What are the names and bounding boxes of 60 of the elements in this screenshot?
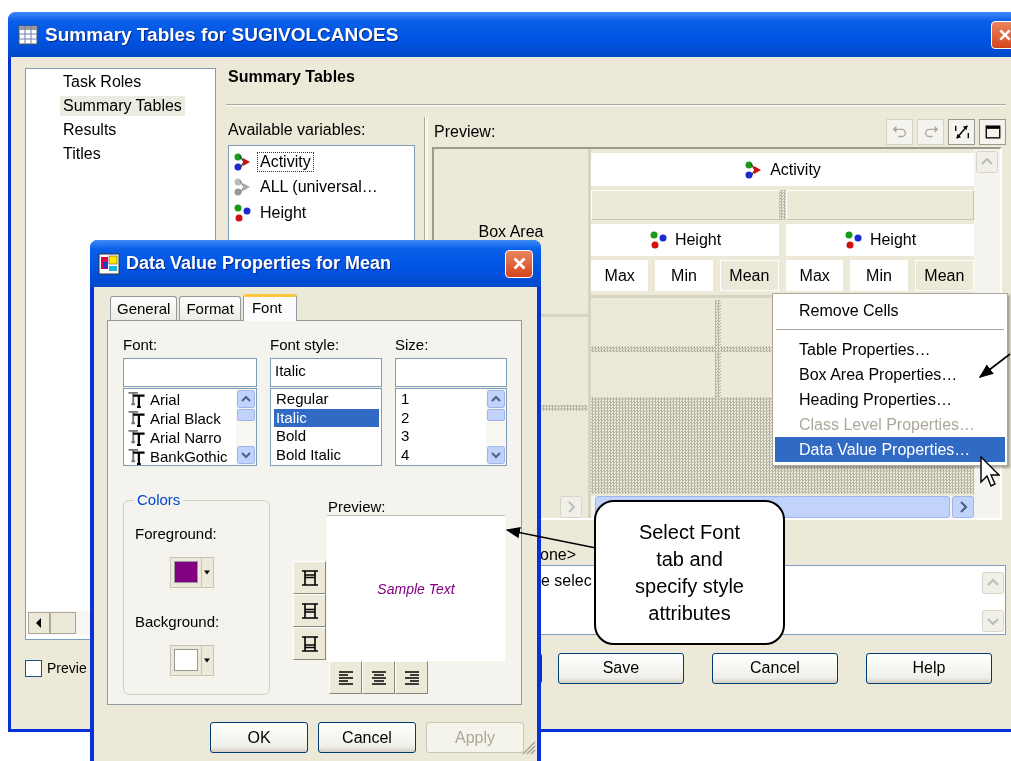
menu-item[interactable]: Table Properties…	[775, 337, 1005, 362]
statistic-heading[interactable]: Mean	[719, 260, 779, 291]
tab[interactable]: General	[110, 296, 178, 320]
font-style-label: Font style:	[270, 336, 341, 354]
callout-tooltip: Select Font tab and specify style attributes	[594, 500, 785, 645]
group-label: Colors	[134, 491, 184, 508]
font-style-item[interactable]: Bold	[274, 427, 379, 446]
menu-item[interactable]: Remove Cells	[775, 298, 1005, 323]
box-area-value: one>	[540, 546, 577, 564]
font-item[interactable]: Arial Black	[150, 410, 221, 427]
column-heading[interactable]: Height	[786, 224, 974, 256]
statistic-heading[interactable]: Min	[850, 260, 908, 291]
tab[interactable]: Format	[179, 296, 241, 320]
preview-label: Preview:	[327, 500, 387, 515]
statistic-heading[interactable]: Mean	[914, 260, 974, 291]
nav-item[interactable]: Results	[60, 120, 120, 140]
dialog-button[interactable]: OK	[210, 722, 308, 753]
description-text: e selec	[541, 572, 592, 591]
font-item[interactable]: Arial Narro	[150, 429, 222, 446]
statistic-heading[interactable]: Min	[655, 260, 713, 291]
font-style-item[interactable]: Italic	[274, 408, 379, 427]
section-title: Summary Tables	[227, 68, 356, 87]
font-label: Font:	[123, 336, 159, 354]
window-title: Summary Tables for SUGIVOLCANOES	[45, 23, 399, 46]
dialog-button[interactable]: Cancel	[711, 652, 838, 684]
font-style-field[interactable]: Italic	[270, 358, 382, 387]
dialog-button[interactable]: Save	[557, 652, 684, 684]
size-label: Size:	[395, 336, 430, 354]
variables-label: Available variables:	[227, 120, 367, 140]
dialog-button[interactable]: Cancel	[318, 722, 416, 753]
nav-item[interactable]: Summary Tables	[60, 96, 185, 116]
font-item[interactable]: BankGothic	[150, 448, 228, 465]
size-item[interactable]: 1	[399, 390, 484, 409]
statistic-heading[interactable]: Max	[591, 260, 649, 291]
font-style-item[interactable]: Bold Italic	[274, 445, 379, 464]
column-heading[interactable]: Activity	[591, 153, 974, 186]
box-area-label: Box Area	[478, 222, 544, 241]
preview-label: Preview:	[434, 122, 496, 141]
size-item[interactable]: 4	[399, 445, 484, 464]
column-heading[interactable]: Height	[591, 224, 779, 256]
color-label: Foreground:	[135, 525, 218, 544]
menu-item[interactable]: Data Value Properties…	[775, 437, 1005, 462]
variable-item[interactable]: Activity	[257, 151, 314, 172]
tab[interactable]: Font	[242, 294, 297, 321]
size-item[interactable]: 3	[399, 427, 484, 446]
color-label: Background:	[135, 613, 221, 632]
size-item[interactable]: 2	[399, 408, 484, 427]
nav-item[interactable]: Titles	[60, 144, 104, 164]
nav-item[interactable]: Task Roles	[60, 72, 145, 92]
dialog-title: Data Value Properties for Mean	[126, 253, 392, 274]
statistic-heading[interactable]: Max	[786, 260, 844, 291]
menu-item[interactable]: Box Area Properties…	[775, 362, 1005, 387]
font-item[interactable]: Arial	[150, 391, 180, 408]
dialog-button[interactable]: Help	[865, 652, 992, 684]
variable-item[interactable]: ALL (universal…	[257, 177, 381, 198]
checkbox-label: Previe	[47, 660, 87, 676]
font-style-item[interactable]: Regular	[274, 390, 379, 409]
menu-item[interactable]: Heading Properties…	[775, 387, 1005, 412]
variable-item[interactable]: Height	[257, 202, 310, 223]
sample-text: Sample Text	[377, 580, 455, 597]
